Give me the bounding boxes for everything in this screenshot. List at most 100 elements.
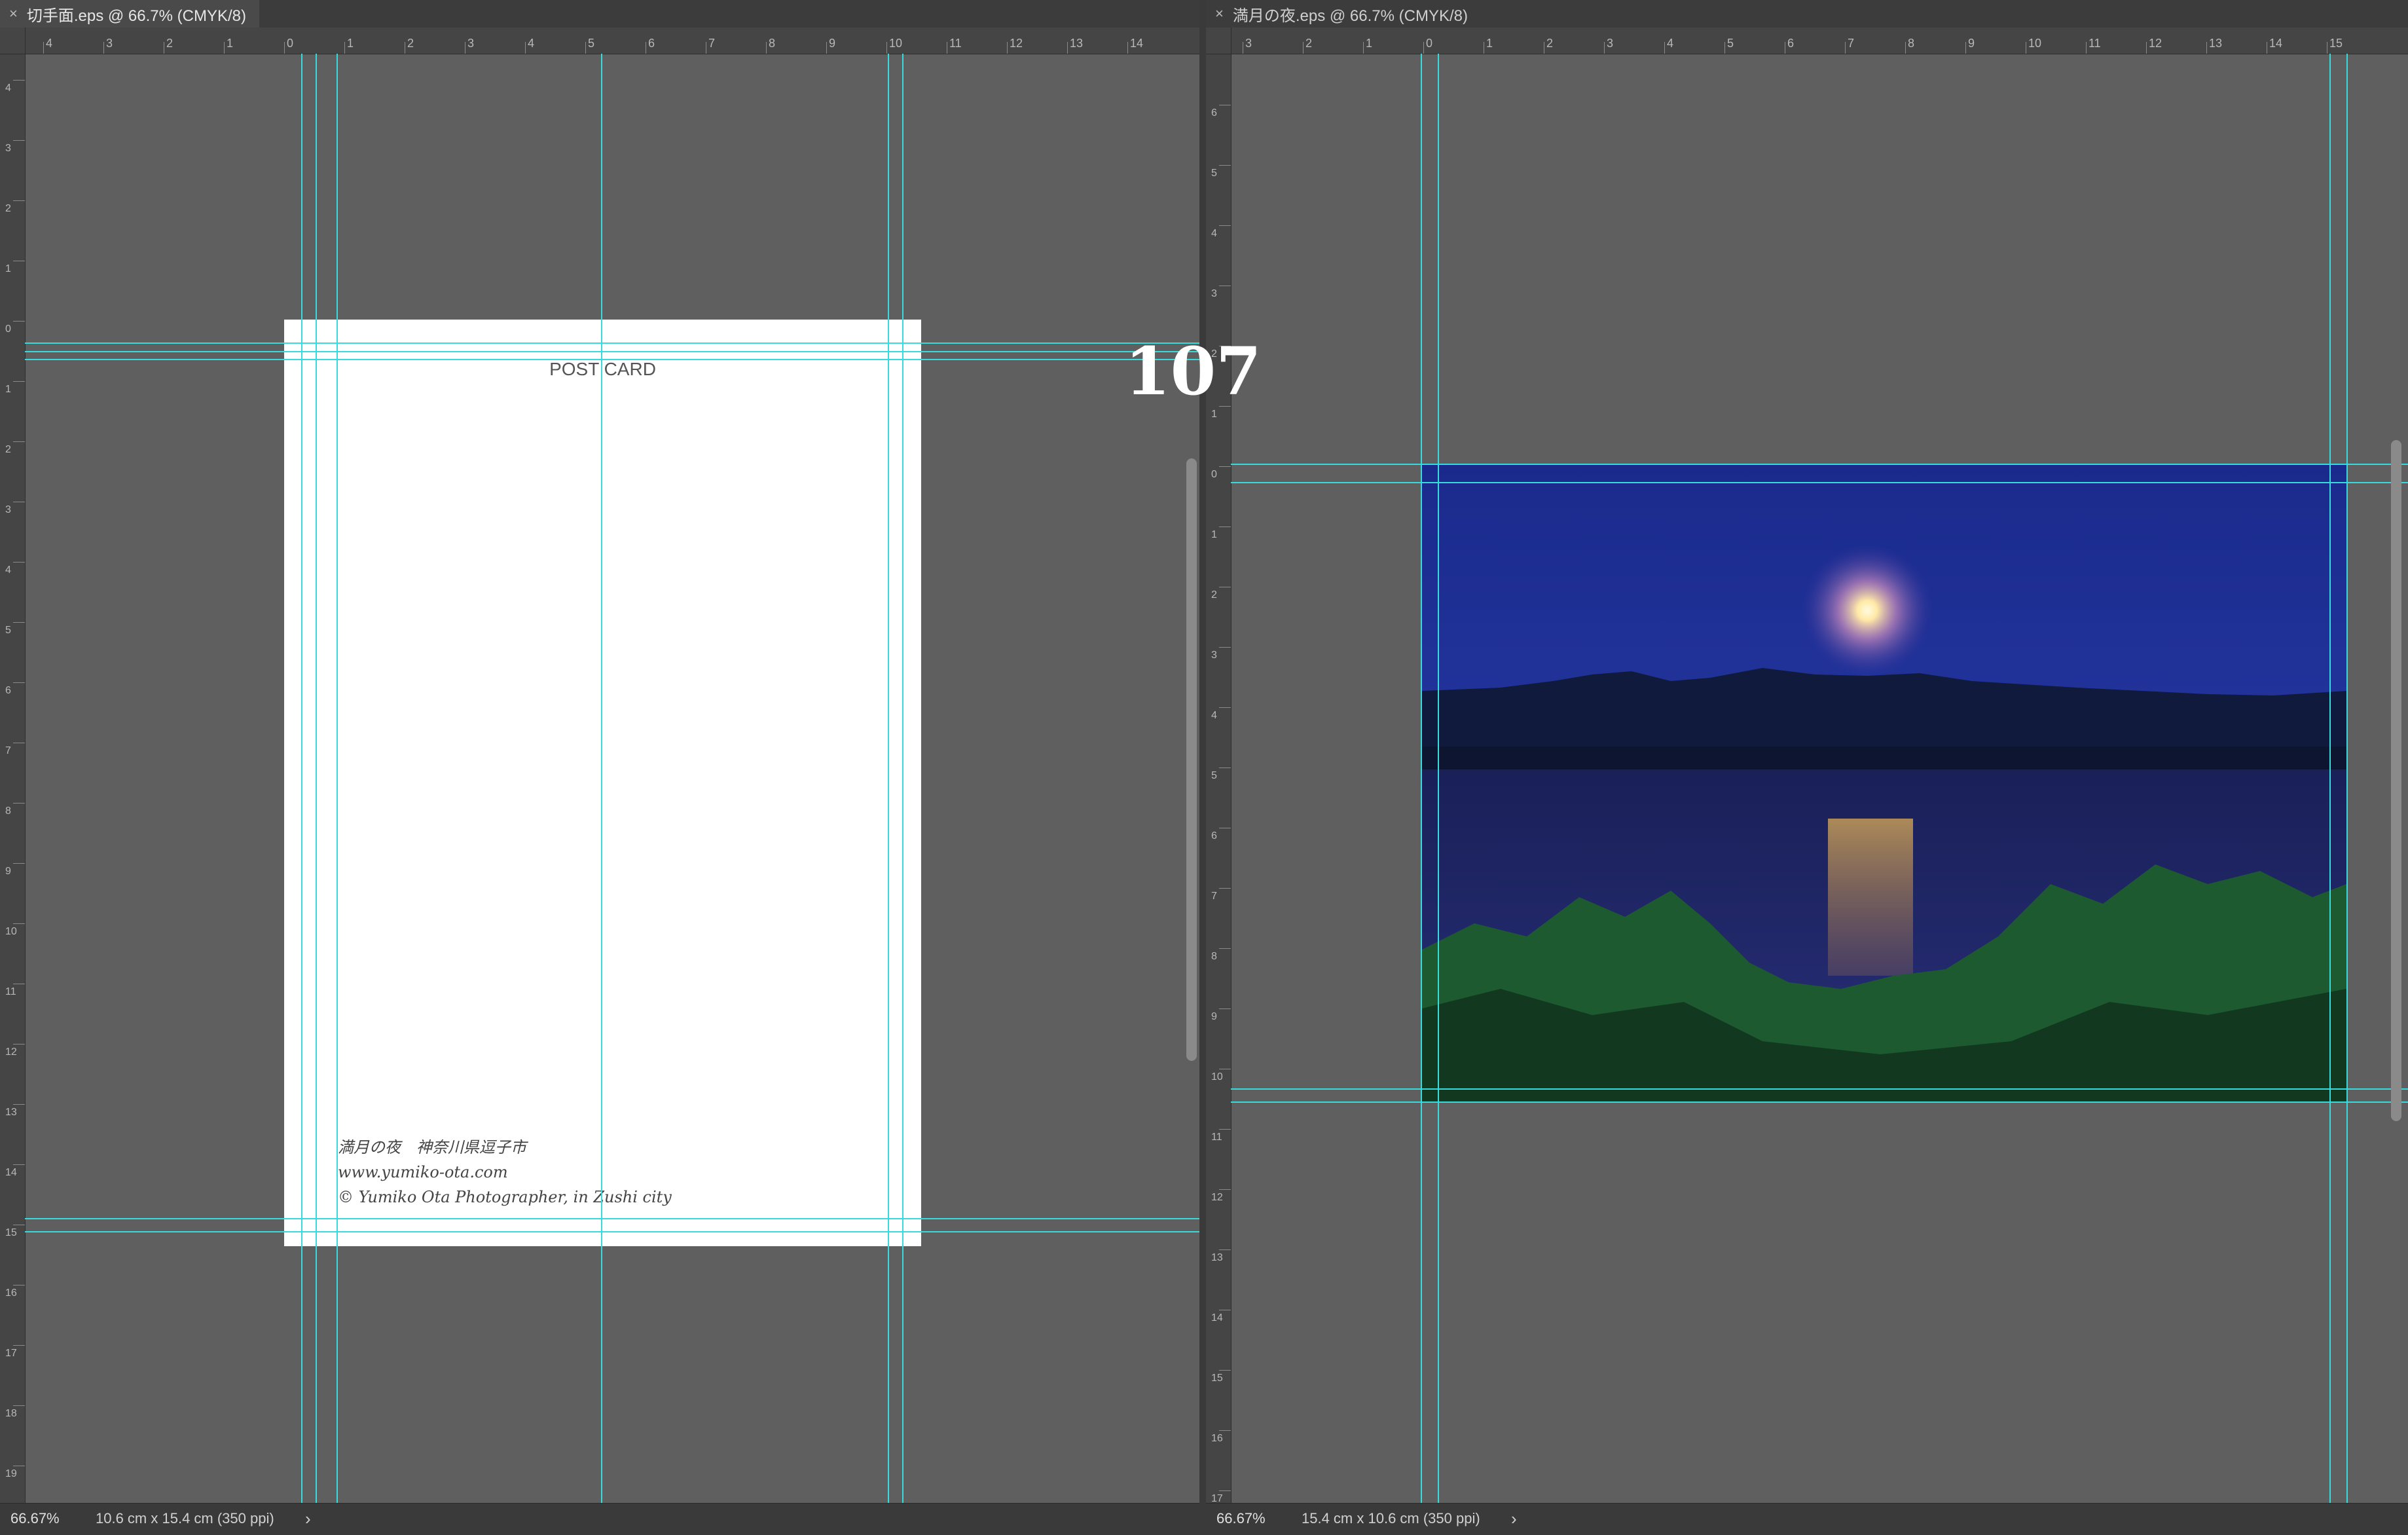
ruler-tick — [1303, 42, 1304, 54]
ruler-label: 9 — [1211, 1011, 1217, 1022]
ruler-tick — [13, 140, 25, 141]
ruler-label: 4 — [1211, 710, 1217, 721]
postcard-title: POST CARD — [549, 359, 656, 379]
status-bar: 66.67% 15.4 cm x 10.6 cm (350 ppi) › — [1206, 1503, 2408, 1535]
vertical-scrollbar[interactable] — [2391, 440, 2401, 1121]
ruler-label: 11 — [949, 37, 962, 50]
ruler-tick — [1219, 1008, 1231, 1009]
ruler-label: 14 — [5, 1167, 17, 1178]
ruler-label: 1 — [1486, 37, 1493, 50]
ruler-label: 5 — [1727, 37, 1734, 50]
ruler-label: 16 — [5, 1287, 17, 1299]
guide-horizontal[interactable] — [25, 1231, 1199, 1232]
tab-bar: × 切手面.eps @ 66.7% (CMYK/8) — [0, 0, 1199, 28]
ruler-label: 4 — [46, 37, 53, 50]
guide-vertical[interactable] — [1438, 54, 1439, 1504]
guide-vertical[interactable] — [316, 54, 317, 1504]
ruler-tick — [1219, 1249, 1231, 1250]
ruler-tick — [13, 803, 25, 804]
guide-horizontal[interactable] — [25, 351, 1199, 352]
ruler-tick — [13, 321, 25, 322]
document-dimensions: 10.6 cm x 15.4 cm (350 ppi) — [96, 1510, 274, 1526]
ruler-label: 6 — [1211, 830, 1217, 841]
chevron-right-icon[interactable]: › — [305, 1509, 311, 1529]
guide-vertical[interactable] — [2329, 54, 2331, 1504]
guide-horizontal[interactable] — [25, 342, 1199, 344]
close-icon[interactable]: × — [9, 5, 18, 22]
night-harbor-image — [1422, 465, 2346, 1102]
vertical-ruler[interactable]: 6 5 4 3 2 1 0 1 2 3 4 5 6 7 8 9 10 11 12 13 14 15 16 17 — [1206, 54, 1231, 1504]
ruler-tick — [1219, 707, 1231, 708]
ruler-label: 5 — [1211, 168, 1217, 179]
ruler-tick — [826, 42, 827, 54]
guide-horizontal[interactable] — [1231, 464, 2408, 465]
ruler-tick — [1219, 1490, 1231, 1491]
zoom-level[interactable]: 66.67% — [10, 1510, 60, 1527]
tab-right-document[interactable]: × 満月の夜.eps @ 66.7% (CMYK/8) — [1206, 0, 1481, 28]
guide-vertical[interactable] — [888, 54, 889, 1504]
zoom-level[interactable]: 66.67% — [1216, 1510, 1266, 1527]
ruler-label: 9 — [829, 37, 836, 50]
ruler-label: 4 — [1211, 228, 1217, 239]
ruler-label: 2 — [5, 203, 11, 214]
ruler-label: 15 — [1211, 1373, 1223, 1384]
close-icon[interactable]: × — [1215, 5, 1224, 22]
vertical-ruler[interactable]: 4 3 2 1 0 1 2 3 4 5 6 7 8 9 10 11 12 13 14 15 16 17 18 19 — [0, 54, 26, 1504]
guide-horizontal[interactable] — [25, 359, 1199, 360]
ruler-tick — [1007, 42, 1008, 54]
ruler-label: 3 — [1211, 288, 1217, 299]
ruler-label: 8 — [1211, 951, 1217, 962]
ruler-label: 12 — [1211, 1192, 1223, 1203]
postcard-canvas[interactable]: POST CARD 満月の夜 神奈川県逗子市 www.yumiko-ota.co… — [284, 320, 921, 1246]
ruler-tick — [2206, 42, 2207, 54]
ruler-tick — [1127, 42, 1128, 54]
ruler-label: 18 — [5, 1408, 17, 1419]
guide-vertical[interactable] — [1421, 54, 1422, 1504]
ruler-tick — [886, 42, 887, 54]
guide-vertical[interactable] — [601, 54, 602, 1504]
ruler-tick — [1219, 1370, 1231, 1371]
tab-title: 満月の夜.eps @ 66.7% (CMYK/8) — [1232, 7, 1468, 25]
ruler-tick — [13, 80, 25, 81]
overlay-number: 107 — [1125, 333, 1262, 410]
ruler-tick — [284, 42, 285, 54]
ruler-tick — [13, 1104, 25, 1105]
tab-left-document[interactable]: × 切手面.eps @ 66.7% (CMYK/8) — [0, 0, 259, 28]
guide-horizontal[interactable] — [25, 1218, 1199, 1219]
horizontal-ruler[interactable]: 4 3 2 1 0 1 2 3 4 5 6 7 8 9 10 11 12 13 14 — [0, 28, 1199, 54]
vertical-scrollbar[interactable] — [1186, 458, 1197, 1061]
ruler-tick — [1604, 42, 1605, 54]
guide-vertical[interactable] — [301, 54, 302, 1504]
ruler-label: 5 — [5, 625, 11, 636]
ruler-tick — [1845, 42, 1846, 54]
ruler-label: 5 — [588, 37, 595, 50]
ruler-tick — [13, 923, 25, 924]
credit-line-website: www.yumiko-ota.com — [338, 1163, 508, 1181]
ruler-label: 11 — [2089, 37, 2101, 50]
ruler-label: 3 — [1245, 37, 1252, 50]
guide-vertical[interactable] — [337, 54, 338, 1504]
chevron-right-icon[interactable]: › — [1511, 1509, 1517, 1529]
ruler-label: 3 — [1607, 37, 1614, 50]
ruler-tick — [1219, 767, 1231, 768]
ruler-label: 7 — [1211, 891, 1217, 902]
ruler-tick — [1219, 165, 1231, 166]
moon-reflection — [1828, 819, 1913, 976]
ruler-tick — [13, 381, 25, 382]
ruler-label: 13 — [5, 1107, 17, 1118]
guide-vertical[interactable] — [902, 54, 903, 1504]
ruler-label: 11 — [5, 986, 16, 997]
horizontal-ruler[interactable]: 3 2 1 0 1 2 3 4 5 6 7 8 9 10 11 12 13 14 15 — [1206, 28, 2408, 54]
guide-horizontal[interactable] — [1231, 1101, 2408, 1103]
ruler-label: 1 — [347, 37, 354, 50]
tab-bar: × 満月の夜.eps @ 66.7% (CMYK/8) — [1206, 0, 2408, 28]
ruler-tick — [1219, 466, 1231, 467]
ruler-label: 0 — [5, 324, 11, 335]
guide-vertical[interactable] — [2346, 54, 2348, 1504]
panel-divider[interactable] — [1199, 0, 1206, 1535]
guide-horizontal[interactable] — [1231, 482, 2408, 483]
town-shore — [1422, 747, 2346, 773]
guide-horizontal[interactable] — [1231, 1088, 2408, 1090]
ruler-label: 12 — [5, 1046, 17, 1058]
full-moon-photo[interactable] — [1422, 465, 2346, 1102]
